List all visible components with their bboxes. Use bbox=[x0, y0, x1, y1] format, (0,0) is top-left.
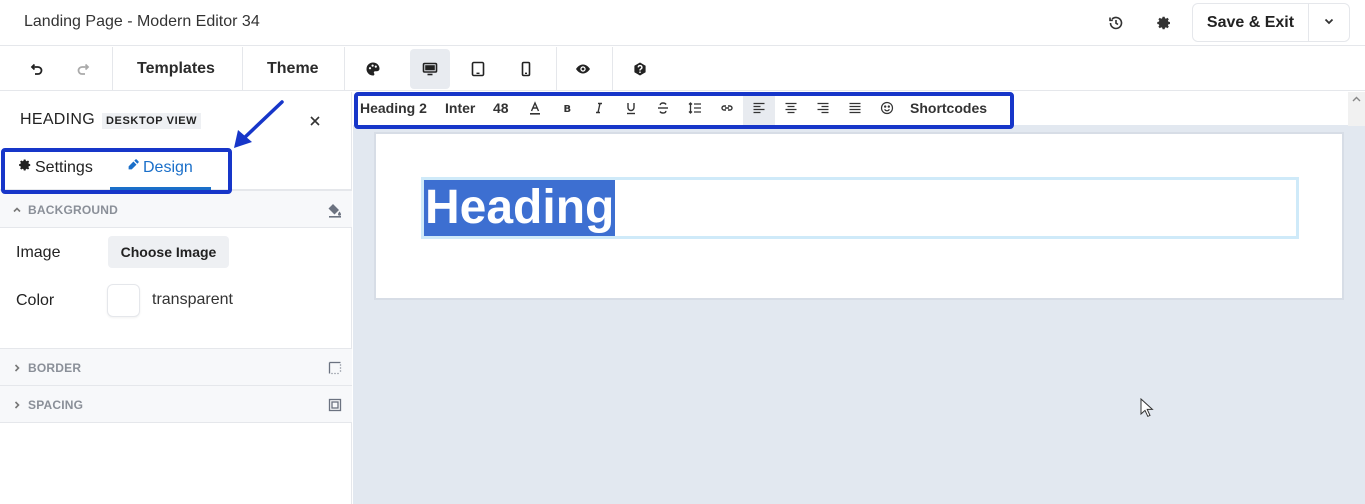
toolbar-divider bbox=[556, 47, 557, 91]
tab-design-label: Design bbox=[143, 158, 193, 176]
underline-icon[interactable] bbox=[623, 100, 639, 116]
properties-panel: HEADING DESKTOP VIEW Settings Design BAC… bbox=[0, 92, 352, 504]
spacing-icon bbox=[327, 397, 343, 413]
history-icon[interactable] bbox=[1104, 11, 1128, 35]
theme-button[interactable]: Theme bbox=[267, 60, 319, 78]
toolbar-divider bbox=[344, 47, 345, 91]
editor-canvas[interactable]: Heading 2 Inter 48 B Shortcodes Heading bbox=[353, 92, 1365, 504]
text-color-icon[interactable] bbox=[527, 100, 543, 116]
background-section-header[interactable]: BACKGROUND bbox=[0, 190, 352, 228]
shortcodes-button[interactable]: Shortcodes bbox=[910, 100, 987, 116]
templates-button[interactable]: Templates bbox=[137, 60, 215, 78]
heading-text[interactable]: Heading bbox=[424, 180, 616, 236]
choose-image-button[interactable]: Choose Image bbox=[108, 236, 229, 268]
tab-design[interactable]: Design bbox=[126, 158, 193, 177]
palette-icon[interactable] bbox=[361, 57, 385, 81]
align-justify-icon[interactable] bbox=[847, 100, 863, 116]
editor-toolbar: Templates Theme bbox=[0, 47, 1365, 91]
undo-icon[interactable] bbox=[24, 57, 48, 81]
tab-settings-label: Settings bbox=[35, 158, 93, 176]
spacing-section-label: SPACING bbox=[28, 398, 84, 412]
border-section-label: BORDER bbox=[28, 361, 82, 375]
strikethrough-icon[interactable] bbox=[655, 100, 671, 116]
font-size-select[interactable]: 48 bbox=[493, 100, 509, 116]
border-icon bbox=[327, 360, 343, 376]
bold-icon[interactable]: B bbox=[559, 100, 575, 116]
tablet-icon[interactable] bbox=[466, 57, 490, 81]
paint-bucket-icon bbox=[327, 202, 343, 218]
font-family-select[interactable]: Inter bbox=[445, 100, 475, 116]
toolbar-divider bbox=[242, 47, 243, 91]
gear-icon bbox=[18, 158, 32, 177]
panel-tabs: Settings Design bbox=[0, 148, 352, 190]
toolbar-divider bbox=[112, 47, 113, 91]
top-bar: Landing Page - Modern Editor 34 Save & E… bbox=[0, 0, 1365, 46]
scrollbar[interactable] bbox=[1348, 92, 1365, 126]
align-right-icon[interactable] bbox=[815, 100, 831, 116]
chevron-right-icon bbox=[11, 361, 23, 373]
view-badge: DESKTOP VIEW bbox=[102, 113, 202, 129]
heading-level-select[interactable]: Heading 2 bbox=[360, 100, 427, 116]
save-exit-button[interactable]: Save & Exit bbox=[1193, 4, 1309, 41]
tab-settings[interactable]: Settings bbox=[18, 158, 93, 177]
save-options-button[interactable] bbox=[1309, 4, 1349, 41]
gear-icon[interactable] bbox=[1152, 11, 1176, 35]
toolbar-divider bbox=[612, 47, 613, 91]
panel-title: HEADING bbox=[20, 111, 95, 128]
close-icon[interactable] bbox=[306, 112, 324, 130]
annotation-arrow-icon bbox=[234, 100, 284, 148]
color-label: Color bbox=[16, 292, 55, 309]
color-value: transparent bbox=[152, 291, 233, 308]
italic-icon[interactable] bbox=[591, 100, 607, 116]
format-toolbar: Heading 2 Inter 48 B Shortcodes bbox=[353, 92, 1349, 125]
spacing-section-header[interactable]: SPACING bbox=[0, 385, 352, 423]
mouse-cursor-icon bbox=[1140, 398, 1154, 418]
paint-icon bbox=[126, 158, 140, 177]
border-section-header[interactable]: BORDER bbox=[0, 348, 352, 386]
desktop-icon[interactable] bbox=[418, 57, 442, 81]
link-icon[interactable] bbox=[719, 100, 735, 116]
align-center-icon[interactable] bbox=[783, 100, 799, 116]
page-title: Landing Page - Modern Editor 34 bbox=[24, 13, 260, 30]
align-left-icon[interactable] bbox=[751, 100, 767, 116]
save-exit-group: Save & Exit bbox=[1192, 3, 1350, 42]
emoji-icon[interactable] bbox=[879, 100, 895, 116]
line-height-icon[interactable] bbox=[687, 100, 703, 116]
chevron-right-icon bbox=[11, 398, 23, 410]
heading-element[interactable]: Heading bbox=[421, 177, 1299, 239]
chevron-up-icon bbox=[11, 203, 23, 215]
mobile-icon[interactable] bbox=[514, 57, 538, 81]
page-section[interactable]: Heading bbox=[374, 132, 1344, 300]
svg-text:B: B bbox=[564, 104, 572, 115]
chevron-down-icon bbox=[1323, 15, 1335, 30]
redo-icon[interactable] bbox=[72, 57, 96, 81]
help-icon[interactable] bbox=[628, 57, 652, 81]
eye-icon[interactable] bbox=[571, 57, 595, 81]
background-section-label: BACKGROUND bbox=[28, 203, 118, 217]
image-label: Image bbox=[16, 244, 61, 261]
color-swatch[interactable] bbox=[107, 284, 140, 317]
